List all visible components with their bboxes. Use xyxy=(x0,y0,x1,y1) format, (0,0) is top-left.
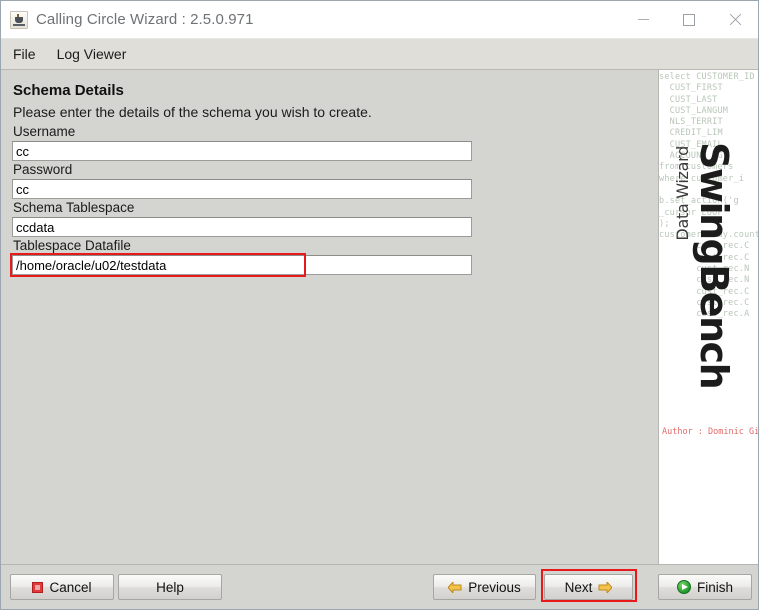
password-input[interactable] xyxy=(12,179,472,199)
field-label-tablespace-datafile: Tablespace Datafile xyxy=(13,238,131,253)
help-button-label: Help xyxy=(156,579,184,595)
menu-item-log-viewer[interactable]: Log Viewer xyxy=(56,44,136,65)
window-title: Calling Circle Wizard : 2.5.0.971 xyxy=(36,11,254,28)
finish-button-label: Finish xyxy=(696,579,733,595)
field-tablespace-datafile: Tablespace Datafile xyxy=(10,237,658,277)
banner-author: Author : Dominic Giles xyxy=(662,427,758,437)
page-description: Please enter the details of the schema y… xyxy=(13,104,372,120)
stop-icon xyxy=(32,581,44,593)
field-label-schema-tablespace: Schema Tablespace xyxy=(13,200,135,215)
next-button-label: Next xyxy=(564,579,593,595)
page-title: Schema Details xyxy=(13,82,124,99)
wizard-body: Schema Details Please enter the details … xyxy=(1,70,758,564)
arrow-left-icon xyxy=(448,581,462,593)
maximize-icon[interactable] xyxy=(666,1,712,38)
previous-button-label: Previous xyxy=(468,579,521,595)
window-controls xyxy=(620,1,758,38)
finish-button[interactable]: Finish xyxy=(658,574,752,600)
minimize-icon[interactable] xyxy=(620,1,666,38)
next-button[interactable]: Next xyxy=(544,574,633,600)
schema-tablespace-input[interactable] xyxy=(12,217,472,237)
username-input[interactable] xyxy=(12,141,472,161)
schema-details-panel: Schema Details Please enter the details … xyxy=(1,70,658,564)
wizard-window: Calling Circle Wizard : 2.5.0.971 File L… xyxy=(0,0,759,610)
arrow-right-icon xyxy=(598,581,613,593)
field-schema-tablespace: Schema Tablespace xyxy=(12,199,658,237)
field-username: Username xyxy=(12,123,658,161)
menu-bar: File Log Viewer xyxy=(1,39,758,70)
tablespace-datafile-input[interactable] xyxy=(12,255,472,275)
cancel-button-label: Cancel xyxy=(49,579,92,595)
field-password: Password xyxy=(12,161,658,199)
title-bar: Calling Circle Wizard : 2.5.0.971 xyxy=(1,1,758,39)
swingbench-banner: select CUSTOMER_ID CUST_FIRST CUST_LAST … xyxy=(658,70,758,564)
banner-title: SwingBench xyxy=(692,142,736,389)
menu-item-file[interactable]: File xyxy=(12,44,45,65)
field-label-username: Username xyxy=(13,124,76,139)
previous-button[interactable]: Previous xyxy=(433,574,536,600)
wizard-button-bar: Cancel Help Previous Next Finish xyxy=(1,564,758,609)
banner-subtitle: Data Wizard xyxy=(673,146,692,241)
play-icon xyxy=(676,580,691,594)
help-button[interactable]: Help xyxy=(118,574,222,600)
java-cup-icon xyxy=(10,10,28,29)
field-label-password: Password xyxy=(13,162,73,177)
close-icon[interactable] xyxy=(712,1,758,38)
cancel-button[interactable]: Cancel xyxy=(10,574,114,600)
